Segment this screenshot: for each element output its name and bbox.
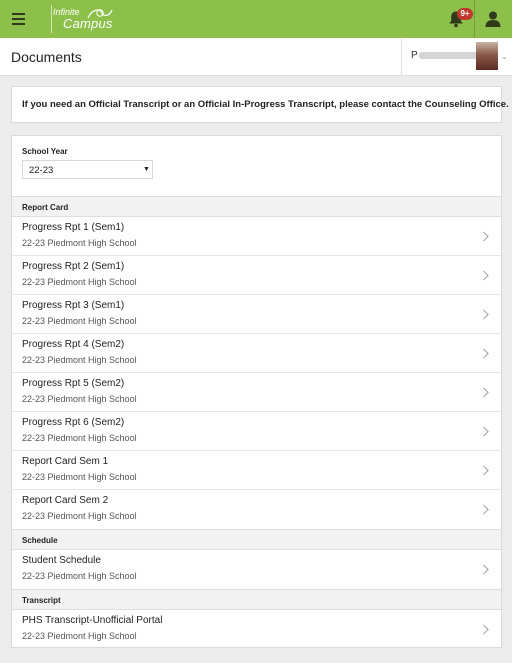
chevron-right-icon xyxy=(483,309,489,320)
list-item[interactable]: Progress Rpt 5 (Sem2) 22-23 Piedmont High… xyxy=(12,373,501,412)
student-selector[interactable]: P ⌄ xyxy=(401,38,512,76)
list-item[interactable]: Progress Rpt 2 (Sem1) 22-23 Piedmont High… xyxy=(12,256,501,295)
school-year-value: 22-23 xyxy=(29,165,54,176)
document-title: Report Card Sem 1 xyxy=(22,456,109,467)
document-title: Progress Rpt 3 (Sem1) xyxy=(22,300,125,311)
chevron-right-icon xyxy=(483,624,489,635)
top-navigation-bar: Infinite Campus 9+ xyxy=(0,0,512,38)
document-subtitle: 22-23 Piedmont High School xyxy=(22,631,137,641)
student-avatar xyxy=(476,42,498,70)
document-subtitle: 22-23 Piedmont High School xyxy=(22,355,137,365)
transcript-notice-card: If you need an Official Transcript or an… xyxy=(11,86,509,123)
list-item[interactable]: Progress Rpt 6 (Sem2) 22-23 Piedmont High… xyxy=(12,412,501,451)
section-heading-transcript: Transcript xyxy=(12,589,501,610)
list-item[interactable]: Progress Rpt 3 (Sem1) 22-23 Piedmont High… xyxy=(12,295,501,334)
document-title: Student Schedule xyxy=(22,555,101,566)
school-year-label: School Year xyxy=(22,147,68,156)
documents-list: Report Card Progress Rpt 1 (Sem1) 22-23 P… xyxy=(12,196,501,649)
document-subtitle: 22-23 Piedmont High School xyxy=(22,277,137,287)
student-name: P xyxy=(411,50,418,61)
document-title: PHS Transcript-Unofficial Portal xyxy=(22,615,163,626)
notice-text: If you need an Official Transcript or an… xyxy=(22,99,509,110)
document-subtitle: 22-23 Piedmont High School xyxy=(22,472,137,482)
list-item[interactable]: Progress Rpt 4 (Sem2) 22-23 Piedmont High… xyxy=(12,334,501,373)
document-title: Progress Rpt 5 (Sem2) xyxy=(22,378,125,389)
user-account-icon[interactable] xyxy=(483,9,503,29)
student-name-redacted xyxy=(419,52,477,59)
chevron-right-icon xyxy=(483,426,489,437)
list-item[interactable]: Student Schedule 22-23 Piedmont High Scho… xyxy=(12,550,501,589)
section-heading-report-card: Report Card xyxy=(12,196,501,217)
logo-text-bottom: Campus xyxy=(63,16,113,31)
chevron-right-icon xyxy=(483,504,489,515)
list-item[interactable]: Progress Rpt 1 (Sem1) 22-23 Piedmont High… xyxy=(12,217,501,256)
chevron-right-icon xyxy=(483,348,489,359)
list-item[interactable]: Report Card Sem 1 22-23 Piedmont High Sch… xyxy=(12,451,501,490)
document-subtitle: 22-23 Piedmont High School xyxy=(22,571,137,581)
chevron-right-icon xyxy=(483,564,489,575)
document-title: Progress Rpt 2 (Sem1) xyxy=(22,261,125,272)
document-title: Report Card Sem 2 xyxy=(22,495,109,506)
document-title: Progress Rpt 6 (Sem2) xyxy=(22,417,125,428)
hamburger-menu-button[interactable] xyxy=(0,0,38,38)
page-title: Documents xyxy=(11,49,82,65)
page-header: Documents P ⌄ xyxy=(0,38,512,76)
document-subtitle: 22-23 Piedmont High School xyxy=(22,238,137,248)
chevron-right-icon xyxy=(483,387,489,398)
chevron-right-icon xyxy=(483,465,489,476)
list-item[interactable]: PHS Transcript-Unofficial Portal 22-23 Pi… xyxy=(12,610,501,649)
list-item[interactable]: Report Card Sem 2 22-23 Piedmont High Sch… xyxy=(12,490,501,529)
dropdown-arrow-icon: ▼ xyxy=(143,166,150,173)
infinite-campus-logo[interactable]: Infinite Campus xyxy=(51,5,121,33)
chevron-right-icon xyxy=(483,231,489,242)
chevron-down-icon: ⌄ xyxy=(501,52,508,61)
school-year-select[interactable]: 22-23 ▼ xyxy=(22,160,153,179)
document-title: Progress Rpt 1 (Sem1) xyxy=(22,222,125,233)
notification-count-badge[interactable]: 9+ xyxy=(457,8,473,20)
menu-icon xyxy=(12,13,25,15)
document-subtitle: 22-23 Piedmont High School xyxy=(22,433,137,443)
section-heading-schedule: Schedule xyxy=(12,529,501,550)
document-subtitle: 22-23 Piedmont High School xyxy=(22,511,137,521)
header-divider xyxy=(474,0,475,38)
document-subtitle: 22-23 Piedmont High School xyxy=(22,394,137,404)
document-subtitle: 22-23 Piedmont High School xyxy=(22,316,137,326)
documents-panel: School Year 22-23 ▼ Report Card Progress… xyxy=(11,135,502,648)
chevron-right-icon xyxy=(483,270,489,281)
document-title: Progress Rpt 4 (Sem2) xyxy=(22,339,125,350)
